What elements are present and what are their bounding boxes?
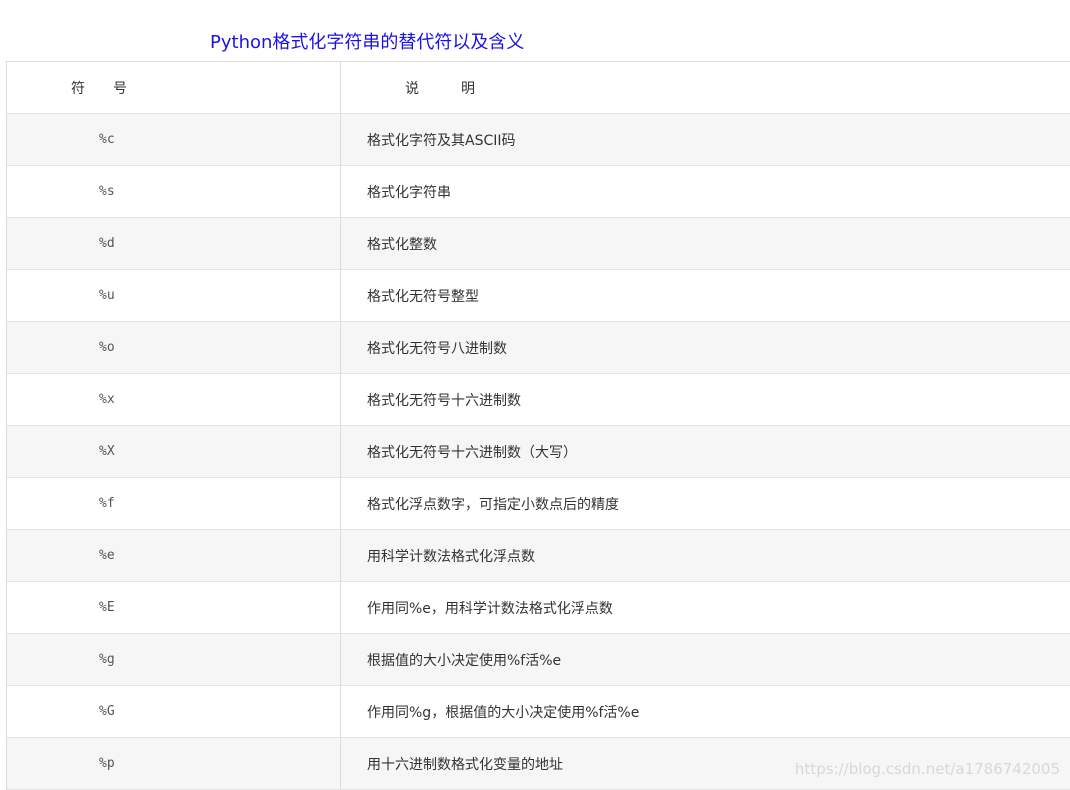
symbol-cell: %o (7, 322, 341, 373)
table-row: %E 作用同%e，用科学计数法格式化浮点数 (7, 582, 1070, 634)
symbol-cell: %p (7, 738, 341, 789)
symbol-cell: %x (7, 374, 341, 425)
symbol-cell: %e (7, 530, 341, 581)
description-cell: 格式化字符串 (367, 184, 451, 201)
symbol-cell: %s (7, 166, 341, 217)
symbol-cell: %u (7, 270, 341, 321)
description-cell: 格式化无符号十六进制数（大写） (367, 444, 577, 461)
symbol-cell: %G (7, 686, 341, 737)
table-row: %o 格式化无符号八进制数 (7, 322, 1070, 374)
table-row: %f 格式化浮点数字，可指定小数点后的精度 (7, 478, 1070, 530)
table-row: %G 作用同%g，根据值的大小决定使用%f活%e (7, 686, 1070, 738)
description-cell: 格式化无符号十六进制数 (367, 392, 521, 409)
table-caption: Python格式化字符串的替代符以及含义 (210, 32, 525, 53)
description-cell: 作用同%e，用科学计数法格式化浮点数 (367, 600, 613, 617)
table-row: %x 格式化无符号十六进制数 (7, 374, 1070, 426)
table-row: %X 格式化无符号十六进制数（大写） (7, 426, 1070, 478)
symbol-cell: %c (7, 114, 341, 165)
table-row: %e 用科学计数法格式化浮点数 (7, 530, 1070, 582)
header-description: 说 明 (405, 80, 475, 97)
header-symbol: 符 号 (7, 62, 341, 113)
format-specifier-table: 符 号 说 明 %c 格式化字符及其ASCII码 %s 格式化字符串 %d 格式… (6, 61, 1070, 790)
symbol-cell: %f (7, 478, 341, 529)
description-cell: 格式化无符号八进制数 (367, 340, 507, 357)
description-cell: 格式化无符号整型 (367, 288, 479, 305)
table-header-row: 符 号 说 明 (7, 62, 1070, 114)
table-row: %u 格式化无符号整型 (7, 270, 1070, 322)
table-row: %s 格式化字符串 (7, 166, 1070, 218)
table-row: %g 根据值的大小决定使用%f活%e (7, 634, 1070, 686)
symbol-cell: %E (7, 582, 341, 633)
description-cell: 格式化浮点数字，可指定小数点后的精度 (367, 496, 619, 513)
description-cell: 根据值的大小决定使用%f活%e (367, 652, 562, 669)
table-row: %d 格式化整数 (7, 218, 1070, 270)
description-cell: 作用同%g，根据值的大小决定使用%f活%e (367, 704, 640, 721)
watermark-text: https://blog.csdn.net/a1786742005 (794, 760, 1060, 778)
symbol-cell: %g (7, 634, 341, 685)
description-cell: 格式化整数 (367, 236, 437, 253)
symbol-cell: %d (7, 218, 341, 269)
symbol-cell: %X (7, 426, 341, 477)
table-row: %c 格式化字符及其ASCII码 (7, 114, 1070, 166)
description-cell: 用科学计数法格式化浮点数 (367, 548, 535, 565)
description-cell: 格式化字符及其ASCII码 (367, 132, 516, 149)
